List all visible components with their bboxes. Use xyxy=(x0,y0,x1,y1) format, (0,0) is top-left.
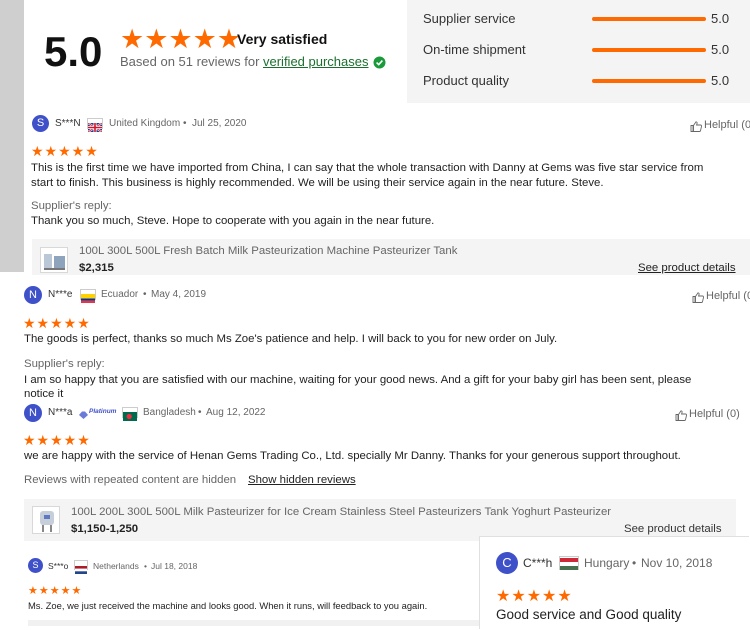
supplier-reply-label: Supplier's reply: xyxy=(24,358,105,370)
review-card: N N***a Platinum Bangladesh • Aug 12, 20… xyxy=(18,398,750,548)
reviewer-name: N***e xyxy=(48,289,73,300)
reviewer-country: Netherlands xyxy=(93,561,139,571)
review-stars: ★★★★★ xyxy=(23,315,91,331)
reviewer-name: S***o xyxy=(48,561,69,571)
rating-bar-fill xyxy=(592,79,706,83)
avatar: S xyxy=(28,558,43,573)
product-card[interactable]: 100L 200L 300L 500L Milk Pasteurizer for… xyxy=(24,499,736,541)
rating-breakdown: Supplier service 5.0 On-time shipment 5.… xyxy=(407,0,750,103)
review-card: S S***o Netherlands • Jul 18, 2018 ★★★★★… xyxy=(24,548,480,630)
avatar: N xyxy=(24,286,42,304)
reviewer-country: United Kingdom xyxy=(109,118,181,129)
hungary-flag-icon xyxy=(559,556,579,570)
review-text: The goods is perfect, thanks so much Ms … xyxy=(24,333,558,345)
dot-separator: • xyxy=(144,561,147,571)
avatar: S xyxy=(32,115,49,132)
reviewer-name: N***a xyxy=(48,407,73,418)
reviewer-country: Bangladesh xyxy=(143,407,196,418)
product-image xyxy=(40,247,68,273)
dot-separator: • xyxy=(198,407,202,418)
see-product-details-link[interactable]: See product details xyxy=(624,523,722,535)
avatar: N xyxy=(24,404,42,422)
helpful-button[interactable]: Helpful (0 xyxy=(706,290,750,302)
review-date: May 4, 2019 xyxy=(151,289,207,300)
product-title[interactable]: 100L 300L 500L Fresh Batch Milk Pasteuri… xyxy=(79,245,457,257)
product-image xyxy=(32,506,60,534)
reviewer-name: S***N xyxy=(55,118,81,129)
left-gray-strip xyxy=(0,0,24,272)
rating-bar-fill xyxy=(592,17,706,21)
review-card: N N***e Ecuador • May 4, 2019 Helpful (0… xyxy=(18,275,750,398)
avatar: C xyxy=(496,552,518,574)
hidden-reviews-note: Reviews with repeated content are hidden xyxy=(24,474,237,486)
rating-label: On-time shipment xyxy=(423,42,526,57)
helpful-button[interactable]: Helpful (0) xyxy=(689,408,740,420)
reviewer-country: Ecuador xyxy=(101,289,139,300)
rating-bar xyxy=(592,17,706,21)
helpful-button[interactable]: Helpful (0 xyxy=(704,119,750,131)
see-product-details-link[interactable]: See product details xyxy=(638,262,736,274)
review-card: S S***N United Kingdom • Jul 25, 2020 He… xyxy=(24,103,750,275)
verified-purchases-link[interactable]: verified purchases xyxy=(263,54,369,69)
platinum-badge: Platinum xyxy=(78,407,118,419)
supplier-reply-label: Supplier's reply: xyxy=(31,200,112,212)
rating-summary: 5.0 ★★★★★ Very satisfied Based on 51 rev… xyxy=(24,0,407,103)
review-stars: ★★★★★ xyxy=(23,432,91,448)
review-stars: ★★★★★ xyxy=(28,585,83,597)
overall-stars: ★★★★★ xyxy=(120,24,242,54)
thumbs-up-icon[interactable] xyxy=(690,119,702,137)
rating-value: 5.0 xyxy=(711,73,730,88)
review-text: we are happy with the service of Henan G… xyxy=(24,450,681,462)
reviewer-name: C***h xyxy=(523,556,553,570)
overall-score: 5.0 xyxy=(44,28,103,75)
based-on-text: Based on 51 reviews for xyxy=(120,54,260,69)
left-gray-strip-lower xyxy=(0,272,18,292)
review-date: Nov 10, 2018 xyxy=(641,556,713,570)
rating-label: Product quality xyxy=(423,73,509,88)
rating-value: 5.0 xyxy=(711,42,730,57)
rating-bar xyxy=(592,48,706,52)
review-stars: ★★★★★ xyxy=(496,588,573,605)
review-text: Ms. Zoe, we just received the machine an… xyxy=(28,600,428,611)
rating-bar-fill xyxy=(592,48,706,52)
product-card[interactable]: 100L 300L 500L Fresh Batch Milk Pasteuri… xyxy=(32,239,750,275)
thumbs-up-icon[interactable] xyxy=(692,290,704,308)
dot-separator: • xyxy=(632,556,637,570)
review-card: C C***h Hungary • Nov 10, 2018 ★★★★★ Goo… xyxy=(480,537,750,630)
supplier-reply-cut: notice it xyxy=(24,388,64,398)
review-text: This is the first time we have imported … xyxy=(31,162,704,174)
show-hidden-reviews-link[interactable]: Show hidden reviews xyxy=(248,474,356,486)
reviewer-country: Hungary xyxy=(584,556,630,570)
uk-flag-icon xyxy=(87,118,103,133)
product-title[interactable]: 100L 200L 300L 500L Milk Pasteurizer for… xyxy=(71,506,611,518)
review-date: Jul 25, 2020 xyxy=(192,118,247,129)
rating-label: Supplier service xyxy=(423,11,516,26)
review-text-cont: start to finish. This business is highly… xyxy=(31,177,604,189)
review-stars: ★★★★★ xyxy=(31,143,99,159)
review-date: Aug 12, 2022 xyxy=(206,407,266,418)
bottom-divider xyxy=(28,620,480,626)
review-date: Jul 18, 2018 xyxy=(151,561,198,571)
bangladesh-flag-icon xyxy=(122,407,138,421)
supplier-reply: Thank you so much, Steve. Hope to cooper… xyxy=(31,215,435,227)
dot-separator: • xyxy=(183,118,187,129)
product-price: $1,150-1,250 xyxy=(71,523,139,535)
ecuador-flag-icon xyxy=(80,289,96,303)
review-text: Good service and Good quality xyxy=(496,607,682,622)
rating-bar xyxy=(592,79,706,83)
dot-separator: • xyxy=(143,289,147,300)
product-price: $2,315 xyxy=(79,262,114,274)
verified-check-icon xyxy=(373,56,386,69)
thumbs-up-icon[interactable] xyxy=(675,408,687,426)
platinum-badge-label: Platinum xyxy=(89,408,117,415)
overall-label: Very satisfied xyxy=(237,31,328,47)
netherlands-flag-icon xyxy=(74,560,88,574)
rating-value: 5.0 xyxy=(711,11,730,26)
supplier-reply: I am so happy that you are satisfied wit… xyxy=(24,374,692,386)
